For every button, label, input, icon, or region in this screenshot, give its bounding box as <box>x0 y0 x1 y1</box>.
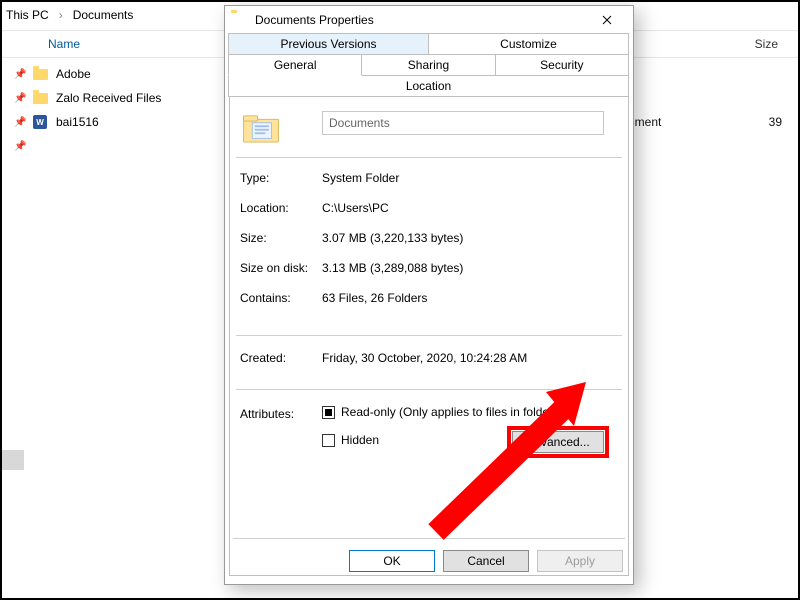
divider <box>236 157 622 158</box>
tab-previous-versions[interactable]: Previous Versions <box>228 33 429 55</box>
value-contains: 63 Files, 26 Folders <box>322 291 427 305</box>
label-created: Created: <box>240 351 286 365</box>
tab-strip: Previous Versions Customize General Shar… <box>225 34 633 97</box>
label-size: Size: <box>240 231 267 245</box>
tab-sharing[interactable]: Sharing <box>361 54 495 76</box>
file-meta-peek: cument 39 <box>622 62 782 134</box>
folder-name-input[interactable] <box>322 111 604 135</box>
file-name: Adobe <box>56 67 91 81</box>
dialog-footer: OK Cancel Apply <box>225 538 633 584</box>
label-attributes: Attributes: <box>240 407 294 421</box>
pin-icon: 📌 <box>14 93 26 104</box>
properties-dialog: Documents Properties Previous Versions C… <box>224 5 634 585</box>
tab-security[interactable]: Security <box>495 54 629 76</box>
value-size-on-disk: 3.13 MB (3,289,088 bytes) <box>322 261 463 275</box>
breadcrumb[interactable]: This PC › Documents <box>6 8 133 22</box>
advanced-button[interactable]: Advanced... <box>512 431 604 453</box>
tab-panel-general: Type: System Folder Location: C:\Users\P… <box>229 96 629 576</box>
chevron-right-icon: › <box>59 8 63 22</box>
value-created: Friday, 30 October, 2020, 10:24:28 AM <box>322 351 527 365</box>
file-name: bai1516 <box>56 115 99 129</box>
tab-customize[interactable]: Customize <box>428 33 629 55</box>
file-size-fragment: 39 <box>769 115 782 129</box>
word-document-icon: W <box>32 114 48 130</box>
folder-icon <box>231 13 247 27</box>
pin-icon: 📌 <box>14 69 26 80</box>
checkbox-hidden[interactable]: Hidden <box>322 433 379 447</box>
divider <box>233 538 625 539</box>
tab-general[interactable]: General <box>228 54 362 76</box>
label-location: Location: <box>240 201 289 215</box>
checkbox-readonly-label: Read-only (Only applies to files in fold… <box>341 405 557 419</box>
tab-location[interactable]: Location <box>228 75 629 97</box>
close-icon <box>602 15 612 25</box>
dialog-titlebar[interactable]: Documents Properties <box>225 6 633 34</box>
pin-icon: 📌 <box>14 141 26 152</box>
column-header-name[interactable]: Name <box>48 37 80 51</box>
folder-icon <box>32 90 48 106</box>
selection-indicator <box>2 450 24 470</box>
column-header-size[interactable]: Size <box>755 37 778 51</box>
breadcrumb-item[interactable]: Documents <box>73 8 134 22</box>
label-type: Type: <box>240 171 269 185</box>
folder-icon <box>32 66 48 82</box>
checkbox-hidden-label: Hidden <box>341 433 379 447</box>
label-size-on-disk: Size on disk: <box>240 261 308 275</box>
breadcrumb-item[interactable]: This PC <box>6 8 49 22</box>
cancel-button[interactable]: Cancel <box>443 550 529 572</box>
pin-icon: 📌 <box>14 117 26 128</box>
checkbox-icon <box>322 434 335 447</box>
folder-large-icon <box>240 107 282 149</box>
file-name: Zalo Received Files <box>56 91 161 105</box>
checkbox-icon <box>322 406 335 419</box>
screenshot-frame: This PC › Documents Name Size 📌 Adobe 📌 … <box>0 0 800 600</box>
divider <box>236 335 622 336</box>
ok-button[interactable]: OK <box>349 550 435 572</box>
value-location: C:\Users\PC <box>322 201 389 215</box>
dialog-title: Documents Properties <box>255 13 374 27</box>
close-button[interactable] <box>587 8 627 32</box>
apply-button[interactable]: Apply <box>537 550 623 572</box>
label-contains: Contains: <box>240 291 291 305</box>
value-type: System Folder <box>322 171 399 185</box>
divider <box>236 389 622 390</box>
checkbox-readonly[interactable]: Read-only (Only applies to files in fold… <box>322 405 557 419</box>
value-size: 3.07 MB (3,220,133 bytes) <box>322 231 463 245</box>
